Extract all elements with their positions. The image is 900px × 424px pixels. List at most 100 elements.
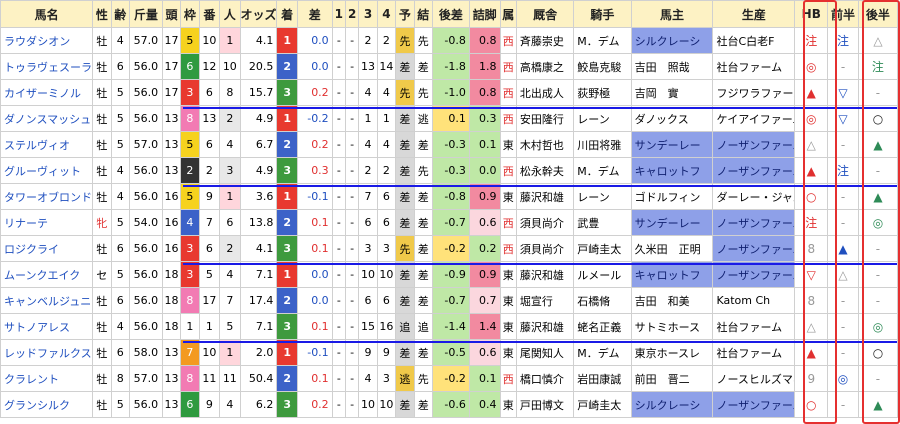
cell-owner: サンデーレー [630, 209, 714, 236]
cell-gosa: -0.6 [431, 391, 470, 418]
cell-name[interactable]: タワーオブロンドン [0, 183, 94, 210]
table-row[interactable]: カイザーミノル牡 5 56.0 17 3 6 8 15.7 3 0.2- -4 4 先先 -1.0 0.8 西… [0, 79, 899, 106]
cell-c4: 1 [376, 105, 397, 132]
column-header[interactable]: 馬名 [0, 0, 94, 28]
cell-c3: 7 [358, 183, 378, 210]
column-header[interactable]: 属 [499, 0, 517, 28]
cell-num: 17 [198, 287, 221, 314]
cell-name[interactable]: レッドファルクス [0, 339, 94, 366]
table-row[interactable]: トゥラヴェスーラ牡 6 56.0 17 6 12 10 20.5 2 0.0- -13 14 差差 -1.… [0, 53, 899, 80]
column-header[interactable]: 結 [413, 0, 433, 28]
column-header[interactable]: 馬主 [630, 0, 714, 28]
cell-name[interactable]: トゥラヴェスーラ [0, 53, 94, 80]
column-header[interactable]: 後差 [431, 0, 470, 28]
cell-num: 6 [198, 131, 221, 158]
column-header[interactable]: 枠 [180, 0, 200, 28]
column-header[interactable]: 人 [219, 0, 241, 28]
cell-c3: 10 [358, 261, 378, 288]
cell-diff: 0.2 [296, 391, 333, 418]
cell-name[interactable]: ステルヴィオ [0, 131, 94, 158]
cell-name[interactable]: サトノアレス [0, 313, 94, 340]
column-header[interactable]: 1 [331, 0, 346, 28]
cell-name[interactable]: キャンベルジュニア [0, 287, 94, 314]
column-header[interactable]: 3 [358, 0, 378, 28]
cell-trainer: 北出成人 [515, 79, 575, 106]
table-row[interactable]: レッドファルクス牡 6 58.0 13 7 10 1 2.0 1 -0.1- -9 9 差差 -0.5 0.… [0, 339, 899, 366]
table-row[interactable]: クラレント牡 8 57.0 13 8 11 11 50.4 2 0.1- -4 3 逃先 -0.2 0.1 西… [0, 365, 899, 392]
cell-sex: 牡 [92, 365, 112, 392]
table-row[interactable]: ステルヴィオ牡 5 57.0 13 5 6 4 6.7 2 0.2- -4 4 差差 -0.3 0.1 東木村… [0, 131, 899, 158]
cell-yoso: 差 [395, 157, 415, 184]
cell-diff: 0.0 [296, 287, 333, 314]
cell-odds: 20.5 [239, 53, 278, 80]
cell-name[interactable]: グルーヴィット [0, 157, 94, 184]
column-header[interactable]: 頭 [161, 0, 182, 28]
cell-res: 先 [413, 365, 433, 392]
cell-belong: 西 [499, 235, 517, 262]
table-row[interactable]: キャンベルジュニア牡 6 56.0 18 8 17 7 17.4 2 0.0- -6 6 差差 -0.7 0… [0, 287, 899, 314]
table-row[interactable]: サトノアレス牡 4 56.0 18 1 1 5 7.1 3 0.1- -15 16 追追 -1.4 1.4 東… [0, 313, 899, 340]
cell-farm: ノーザンファーム [712, 261, 796, 288]
column-header[interactable]: 着 [276, 0, 298, 28]
cell-tsume: 0.6 [468, 339, 501, 366]
column-header[interactable]: 齢 [110, 0, 131, 28]
column-header[interactable]: 2 [344, 0, 360, 28]
cell-farm: フジワラファーム [712, 79, 796, 106]
cell-gosa: -0.7 [431, 209, 470, 236]
cell-c3: 1 [358, 105, 378, 132]
table-row[interactable]: リナーテ牝 5 54.0 16 4 7 6 13.8 2 0.1- -6 6 差差 -0.7 0.6 西須貝尚… [0, 209, 899, 236]
table-row[interactable]: ダノンスマッシュ牡 5 56.0 13 8 13 2 4.9 1 -0.2- -1 1 差逃 0.1 0.3… [0, 105, 899, 132]
cell-num: 6 [198, 79, 221, 106]
column-header[interactable]: 詰脚 [468, 0, 501, 28]
column-header[interactable]: 番 [198, 0, 221, 28]
cell-name[interactable]: ロジクライ [0, 235, 94, 262]
cell-name[interactable]: カイザーミノル [0, 79, 94, 106]
column-header[interactable]: 斤量 [129, 0, 163, 28]
cell-farm: ノーザンファーム [712, 391, 796, 418]
column-header[interactable]: 差 [296, 0, 333, 28]
cell-farm: ダーレー・ジャパ [712, 183, 796, 210]
cell-tsume: 0.2 [468, 235, 501, 262]
column-header[interactable]: オッズ [239, 0, 278, 28]
cell-c1: - [331, 287, 346, 314]
cell-trainer: 松永幹夫 [515, 157, 575, 184]
cell-fin: 2 [276, 209, 298, 236]
cell-kin: 57.0 [129, 365, 163, 392]
cell-name[interactable]: ダノンスマッシュ [0, 105, 94, 132]
column-header[interactable]: 騎手 [573, 0, 632, 28]
cell-res: 追 [413, 313, 433, 340]
cell-name[interactable]: グランシルク [0, 391, 94, 418]
cell-belong: 東 [499, 261, 517, 288]
cell-gate: 5 [180, 131, 200, 158]
cell-heads: 17 [161, 27, 182, 54]
cell-c2: - [344, 391, 360, 418]
column-header[interactable]: 厩舎 [515, 0, 575, 28]
cell-odds: 6.2 [239, 391, 278, 418]
table-row[interactable]: ムーンクエイクセ 5 56.0 18 3 5 4 7.1 1 0.0- -10 10 差差 -0.9 0.9… [0, 261, 899, 288]
table-row[interactable]: タワーオブロンドン牡456.0165913.61-0.1--76差差-0.80.… [0, 183, 899, 210]
cell-tsume: 0.0 [468, 157, 501, 184]
table-row[interactable]: グランシルク牡 5 56.0 13 6 9 4 6.2 3 0.2- -10 10 差差 -0.6 0.4 東… [0, 391, 899, 418]
cell-name[interactable]: ラウダシオン [0, 27, 94, 54]
cell-name[interactable]: クラレント [0, 365, 94, 392]
column-header[interactable]: 予 [395, 0, 415, 28]
cell-yoso: 差 [395, 261, 415, 288]
cell-trainer: 高橋康之 [515, 53, 575, 80]
column-header[interactable]: 4 [376, 0, 397, 28]
cell-kin: 56.0 [129, 183, 163, 210]
cell-res: 差 [413, 131, 433, 158]
cell-name[interactable]: ムーンクエイク [0, 261, 94, 288]
table-row[interactable]: ラウダシオン牡 4 57.0 17 5 10 1 4.1 1 0.0- -2 2 先先 -0.8 0.8 西斉… [0, 27, 899, 54]
table-row[interactable]: ロジクライ牡 6 56.0 16 3 6 2 4.1 3 0.1- -3 3 先差 -0.2 0.2 西須貝尚… [0, 235, 899, 262]
cell-pop: 4 [219, 261, 241, 288]
cell-name[interactable]: リナーテ [0, 209, 94, 236]
column-header[interactable]: 性 [92, 0, 112, 28]
cell-odds: 4.9 [239, 157, 278, 184]
cell-res: 先 [413, 79, 433, 106]
cell-pop: 6 [219, 209, 241, 236]
table-row[interactable]: グルーヴィット牡 4 56.0 13 2 2 3 4.9 3 0.3- -2 2 差先 -0.3 0.0 西松… [0, 157, 899, 184]
cell-trainer: 藤沢和雄 [515, 183, 575, 210]
cell-c3: 4 [358, 365, 378, 392]
cell-c2: - [344, 183, 360, 210]
column-header[interactable]: 生産 [712, 0, 796, 28]
